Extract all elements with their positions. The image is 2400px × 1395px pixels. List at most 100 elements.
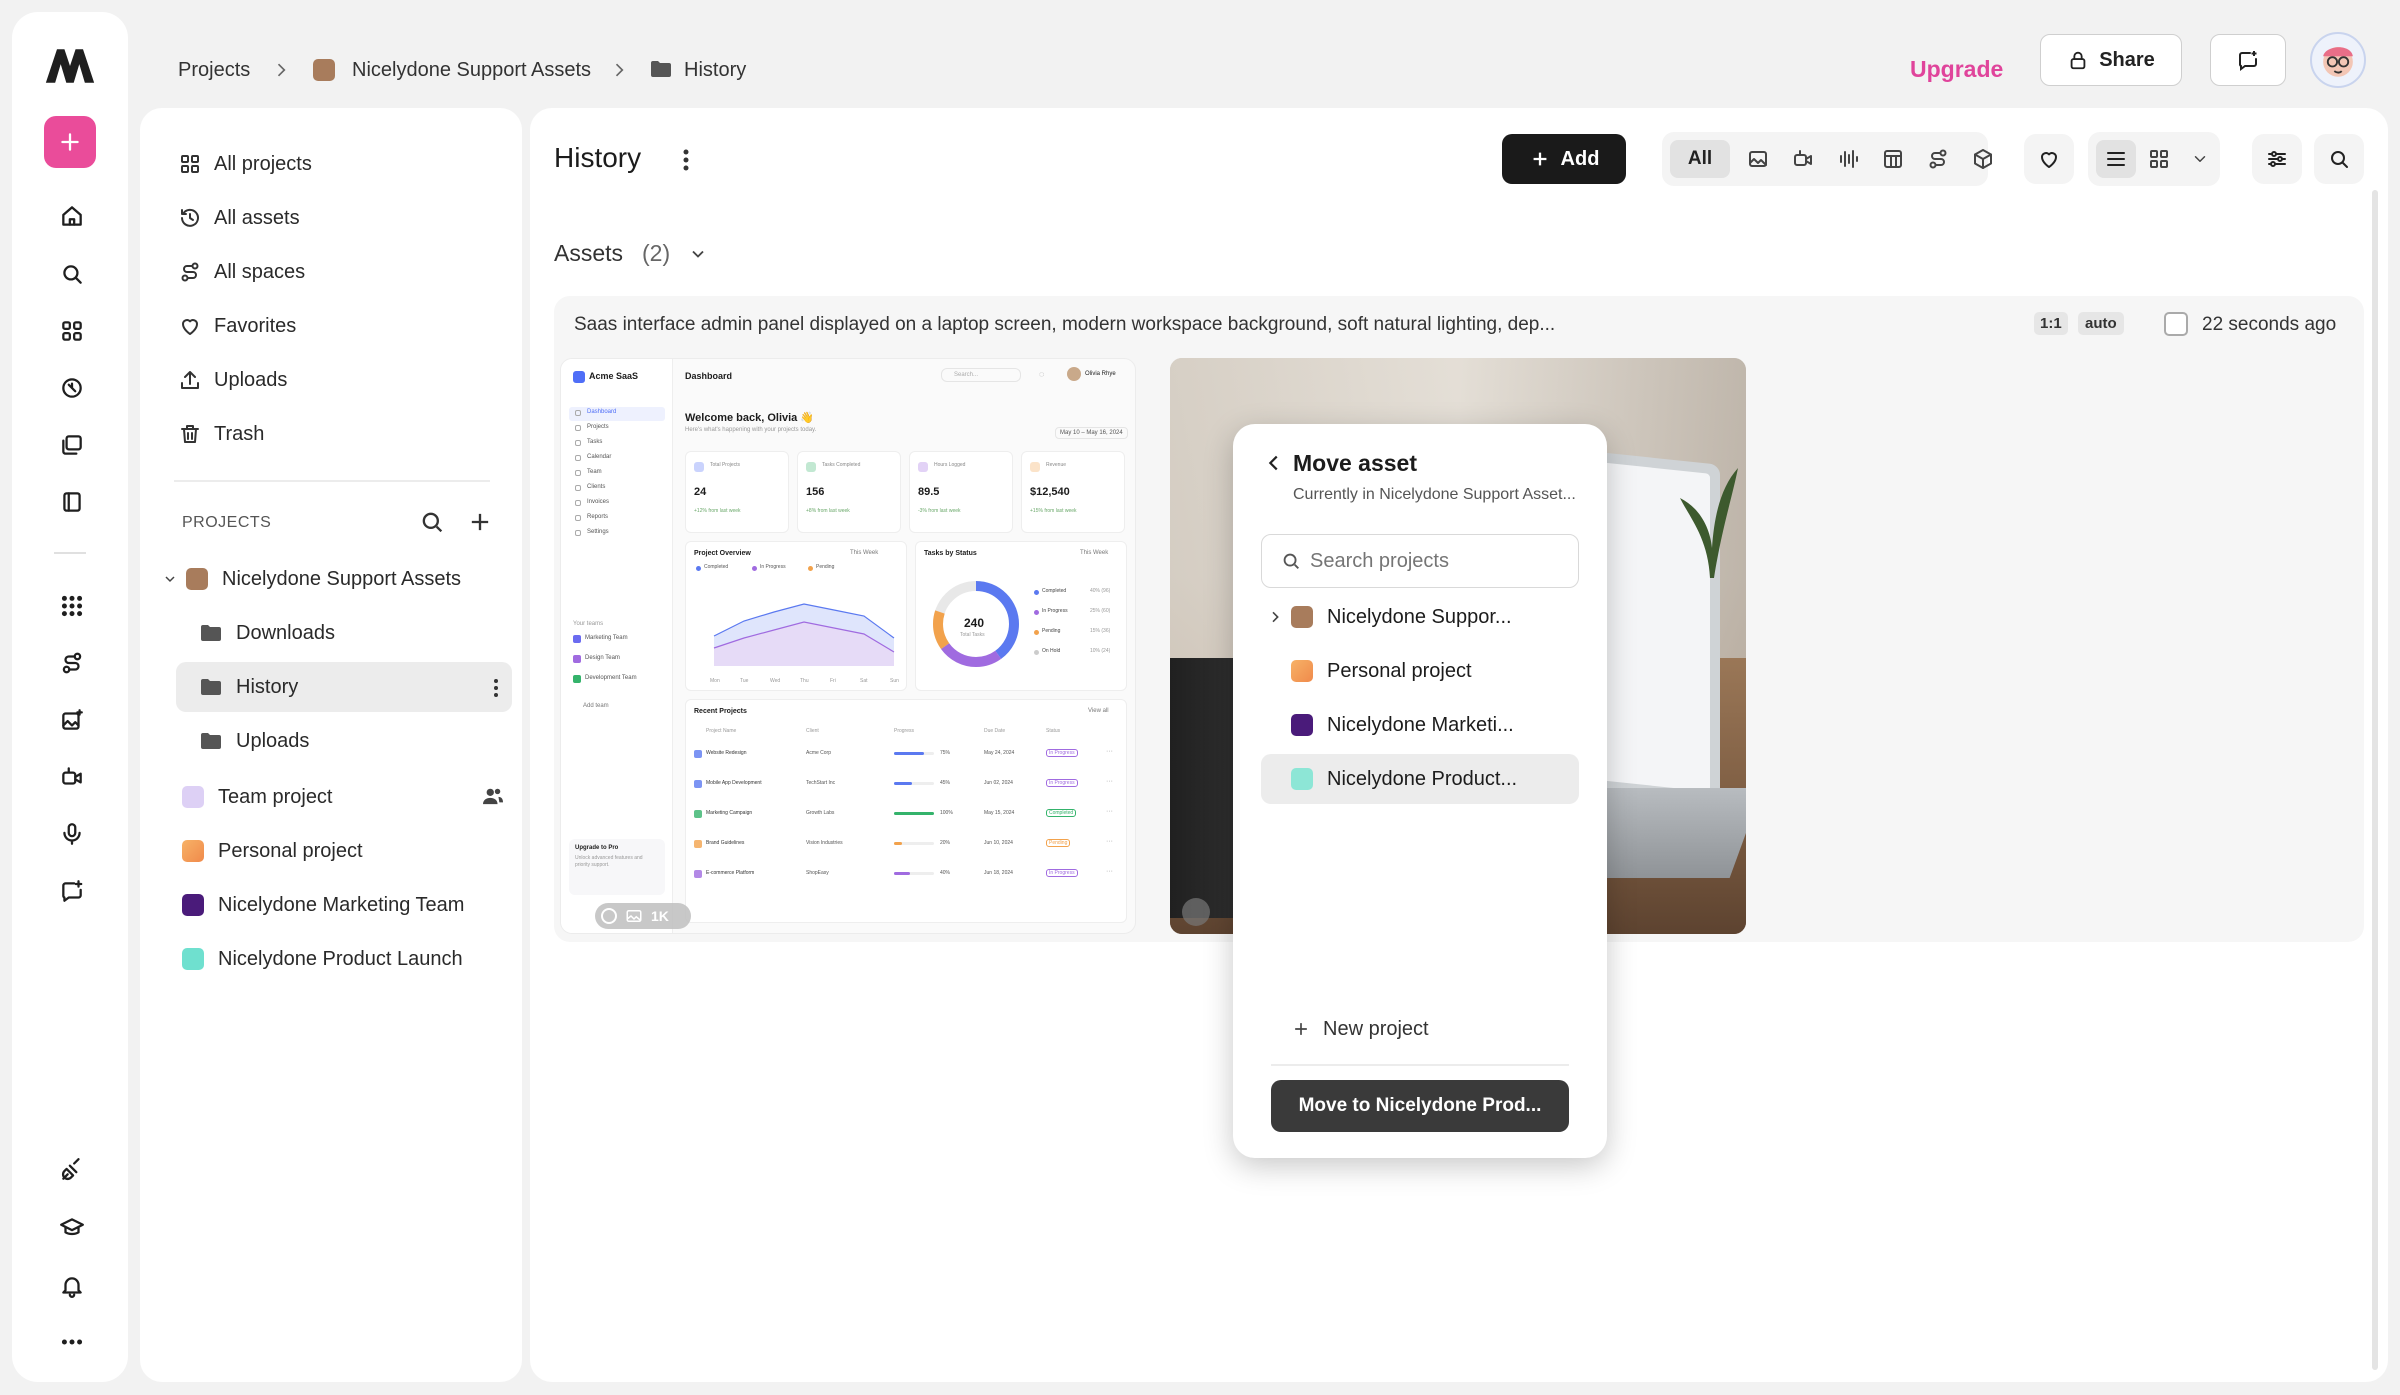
preview-sidebar: Acme SaaS Dashboard Projects Tasks Calendar…	[561, 359, 673, 933]
chevron-right-icon[interactable]	[1267, 609, 1283, 625]
history-icon[interactable]	[50, 366, 94, 410]
apps-icon[interactable]	[50, 309, 94, 353]
projects-heading: PROJECTS	[182, 514, 272, 531]
breadcrumb-folder[interactable]: History	[684, 59, 746, 82]
list-view-icon[interactable]	[2096, 140, 2136, 178]
search-icon[interactable]	[418, 508, 446, 536]
book-icon[interactable]	[50, 480, 94, 524]
preview-subtitle: Here's what's happening with your projec…	[685, 427, 817, 433]
back-icon[interactable]	[1263, 452, 1285, 474]
add-button[interactable]: Add	[1502, 134, 1626, 184]
nav-all-projects[interactable]: All projects	[178, 144, 312, 184]
more-icon[interactable]	[50, 1320, 94, 1364]
popup-project-product-selected[interactable]: Nicelydone Product...	[1261, 754, 1579, 804]
nav-trash[interactable]: Trash	[178, 414, 264, 454]
plus-icon	[1533, 152, 1546, 166]
move-confirm-button[interactable]: Move to Nicelydone Prod...	[1271, 1080, 1569, 1132]
project-team[interactable]: Team project	[182, 774, 333, 820]
preview-stat-card: Total Projects 24 +12% from last week	[685, 451, 789, 533]
workflow-filter-icon[interactable]	[1920, 147, 1956, 171]
kebab-menu-icon[interactable]	[676, 146, 696, 174]
preview-status-dot	[1034, 650, 1039, 655]
asset-thumbnail-dashboard[interactable]: Acme SaaS Dashboard Projects Tasks Calendar…	[560, 358, 1136, 934]
home-icon[interactable]	[50, 194, 94, 238]
nav-favorites[interactable]: Favorites	[178, 306, 296, 346]
project-swatch	[182, 894, 204, 916]
filter-all[interactable]: All	[1670, 140, 1730, 178]
project-personal[interactable]: Personal project	[182, 828, 363, 874]
new-project-button[interactable]: New project	[1291, 1014, 1429, 1044]
preview-team-item: Marketing Team	[585, 635, 628, 641]
dots-grid-icon[interactable]	[50, 584, 94, 628]
prompt-text[interactable]: Saas interface admin panel displayed on …	[574, 314, 1555, 336]
chat-sparkle-icon[interactable]	[50, 869, 94, 913]
preview-day-label: Fri	[830, 678, 836, 684]
project-swatch	[182, 840, 204, 862]
image-filter-icon[interactable]	[1740, 147, 1776, 171]
bell-icon[interactable]	[50, 1264, 94, 1308]
app-logo[interactable]	[42, 38, 98, 94]
chevron-down-icon[interactable]	[688, 244, 708, 264]
preview-tasks-card: Tasks by Status This Week 240 Total Task…	[915, 541, 1127, 691]
breadcrumb-project[interactable]: Nicelydone Support Assets	[352, 59, 591, 82]
folder-history[interactable]: History	[200, 664, 298, 710]
move-asset-dialog: Move asset Currently in Nicelydone Suppo…	[1233, 424, 1607, 1158]
filters-button[interactable]	[2252, 134, 2302, 184]
board-filter-icon[interactable]	[1875, 147, 1911, 171]
search-projects-field[interactable]	[1261, 534, 1579, 588]
share-button[interactable]: Share	[2040, 34, 2182, 86]
preview-row-client: Acme Corp	[806, 750, 832, 756]
popup-project-personal[interactable]: Personal project	[1261, 646, 1579, 696]
audio-filter-icon[interactable]	[1830, 147, 1866, 171]
video-icon[interactable]	[50, 755, 94, 799]
search-projects-input[interactable]	[1310, 549, 1550, 573]
create-button[interactable]	[44, 116, 96, 168]
preview-menu-icon	[575, 515, 581, 521]
video-filter-icon[interactable]	[1785, 147, 1821, 171]
popup-project-marketing[interactable]: Nicelydone Marketi...	[1261, 700, 1579, 750]
plug-icon[interactable]	[50, 1148, 94, 1192]
scrollbar[interactable]	[2372, 190, 2378, 1370]
preview-column-header: Project Name	[706, 728, 737, 734]
share-label: Share	[2099, 48, 2155, 71]
grid-view-icon[interactable]	[2142, 147, 2176, 171]
breadcrumb-projects[interactable]: Projects	[178, 59, 250, 82]
preview-column-header: Status	[1046, 728, 1061, 734]
search-icon[interactable]	[50, 252, 94, 296]
search-button[interactable]	[2314, 134, 2364, 184]
project-product[interactable]: Nicelydone Product Launch	[182, 936, 463, 982]
academy-icon[interactable]	[50, 1206, 94, 1250]
select-checkbox[interactable]	[2164, 312, 2188, 336]
upgrade-link[interactable]: Upgrade	[1910, 56, 2003, 83]
preview-welcome: Welcome back, Olivia 👋	[685, 412, 815, 424]
preview-day-label: Wed	[770, 678, 781, 684]
chevron-down-icon[interactable]	[2186, 149, 2214, 169]
microphone-icon[interactable]	[50, 812, 94, 856]
nav-all-spaces[interactable]: All spaces	[178, 252, 305, 292]
add-project-icon[interactable]	[466, 508, 494, 536]
preview-status-dot	[1034, 610, 1039, 615]
favorites-filter-button[interactable]	[2024, 134, 2074, 184]
project-marketing[interactable]: Nicelydone Marketing Team	[182, 882, 464, 928]
nav-uploads[interactable]: Uploads	[178, 360, 287, 400]
project-support[interactable]: Nicelydone Support Assets	[162, 556, 461, 602]
gallery-icon[interactable]	[50, 423, 94, 467]
feedback-button[interactable]	[2210, 34, 2286, 86]
nav-all-assets[interactable]: All assets	[178, 198, 300, 238]
preview-row-menu: ···	[1106, 748, 1113, 755]
kebab-menu-icon[interactable]	[486, 676, 506, 700]
preview-status-value: 15% (36)	[1090, 628, 1111, 634]
preview-row-icon	[694, 780, 702, 788]
avatar[interactable]	[2310, 32, 2366, 88]
popup-project-support[interactable]: Nicelydone Suppor...	[1261, 592, 1579, 642]
folder-uploads[interactable]: Uploads	[200, 718, 309, 764]
image-gen-icon[interactable]	[50, 698, 94, 742]
folder-icon	[651, 61, 671, 77]
folder-downloads[interactable]: Downloads	[200, 610, 335, 656]
workflow-icon[interactable]	[50, 641, 94, 685]
3d-filter-icon[interactable]	[1965, 147, 2001, 171]
preview-row-icon	[694, 750, 702, 758]
preview-row-menu: ···	[1106, 778, 1113, 785]
preview-stat-value: 24	[694, 486, 707, 498]
preview-stat-icon	[694, 462, 704, 472]
